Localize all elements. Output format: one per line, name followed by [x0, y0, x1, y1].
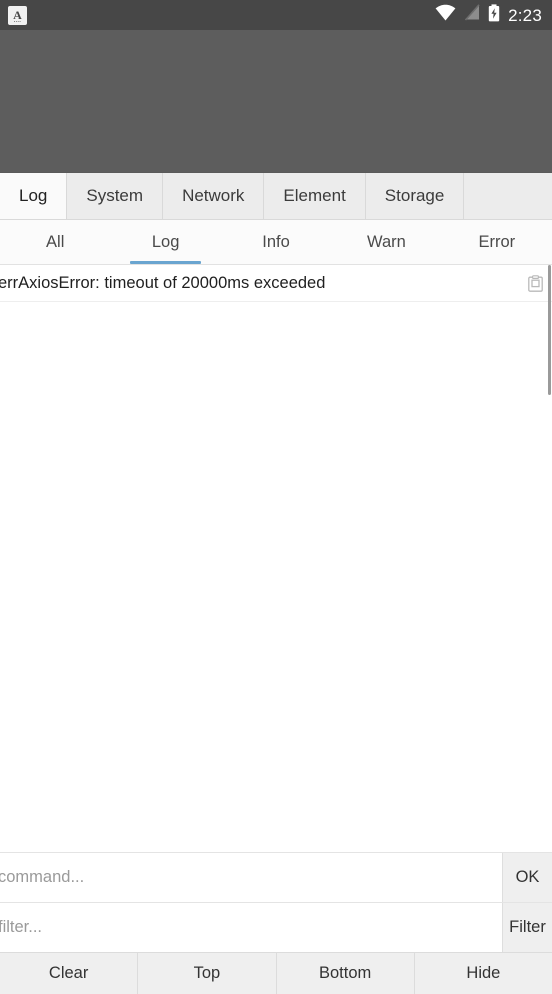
command-row: OK — [0, 852, 552, 902]
filter-apply-button-label: Filter — [509, 918, 546, 936]
app-letter-icon: A .... — [8, 5, 27, 25]
tab-system-label: System — [86, 186, 144, 205]
top-button[interactable]: Top — [138, 953, 277, 994]
console-toolbar: Clear Top Bottom Hide — [0, 952, 552, 994]
command-ok-button[interactable]: OK — [502, 853, 552, 902]
log-entry[interactable]: errAxiosError: timeout of 20000ms exceed… — [0, 265, 552, 302]
app-letter-icon-dots: .... — [13, 17, 22, 24]
tab-network-label: Network — [182, 186, 245, 205]
status-bar-notifications: A .... — [8, 5, 27, 25]
subtab-info[interactable]: Info — [221, 220, 331, 264]
app-backdrop — [0, 30, 552, 172]
subtab-error[interactable]: Error — [442, 220, 552, 264]
tab-log-label: Log — [19, 186, 48, 205]
battery-charging-icon — [488, 3, 500, 27]
wifi-icon — [435, 4, 456, 26]
device-screen: A .... 2:23 Log System Network Element S… — [0, 0, 552, 994]
top-button-label: Top — [193, 964, 221, 982]
tab-system[interactable]: System — [67, 173, 164, 219]
log-entry-text: errAxiosError: timeout of 20000ms exceed… — [0, 273, 326, 292]
tab-network[interactable]: Network — [163, 173, 265, 219]
command-input[interactable] — [0, 853, 502, 902]
hide-button[interactable]: Hide — [415, 953, 552, 994]
subtab-log[interactable]: Log — [110, 220, 220, 264]
subtab-warn[interactable]: Warn — [331, 220, 441, 264]
tab-element[interactable]: Element — [264, 173, 366, 219]
log-list: errAxiosError: timeout of 20000ms exceed… — [0, 265, 552, 852]
status-bar-clock: 2:23 — [508, 5, 542, 25]
status-bar-system-icons: 2:23 — [435, 3, 542, 27]
filter-row: Filter — [0, 902, 552, 952]
filter-input[interactable] — [0, 903, 502, 952]
tab-storage-label: Storage — [384, 186, 445, 205]
bottom-button[interactable]: Bottom — [277, 953, 415, 994]
log-scrollbar-thumb[interactable] — [548, 265, 551, 395]
hide-button-label: Hide — [466, 964, 501, 982]
tab-element-label: Element — [283, 186, 346, 205]
command-ok-button-label: OK — [515, 868, 540, 886]
subtab-all-label: All — [46, 232, 65, 251]
subtab-all[interactable]: All — [0, 220, 110, 264]
subtab-active-indicator — [130, 261, 201, 264]
tab-log[interactable]: Log — [0, 173, 68, 219]
console-tab-bar: Log System Network Element Storage — [0, 173, 552, 220]
no-sim-signal-icon — [464, 4, 480, 26]
clear-button[interactable]: Clear — [0, 953, 139, 994]
status-bar: A .... 2:23 — [0, 0, 552, 30]
debug-console-panel: Log System Network Element Storage All L… — [0, 172, 552, 994]
bottom-button-label: Bottom — [318, 964, 372, 982]
tab-storage[interactable]: Storage — [365, 173, 465, 219]
log-level-filter-bar: All Log Info Warn Error — [0, 220, 552, 265]
subtab-warn-label: Warn — [367, 232, 406, 251]
tab-bar-filler — [464, 173, 552, 219]
subtab-info-label: Info — [262, 232, 290, 251]
log-scrollbar-track[interactable] — [547, 265, 552, 852]
clear-button-label: Clear — [48, 964, 89, 982]
subtab-error-label: Error — [478, 232, 516, 251]
filter-apply-button[interactable]: Filter — [502, 903, 552, 952]
subtab-log-label: Log — [151, 232, 180, 251]
